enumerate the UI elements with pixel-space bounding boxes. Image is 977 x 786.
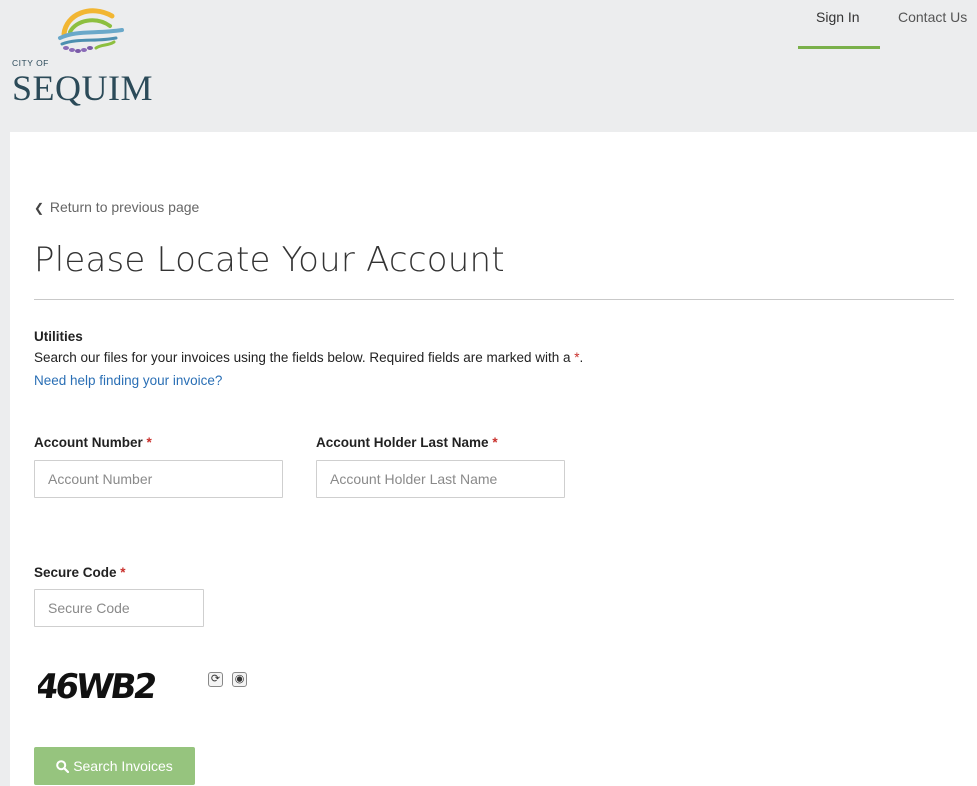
account-number-label-text: Account Number <box>34 435 143 450</box>
help-finding-invoice-link[interactable]: Need help finding your invoice? <box>34 373 222 388</box>
page-title: Please Locate Your Account <box>34 240 505 280</box>
logo-sequim-text: SEQUIM <box>12 68 154 108</box>
nav-contact-us[interactable]: Contact Us <box>898 9 967 25</box>
secure-code-input[interactable] <box>34 589 204 627</box>
audio-icon[interactable]: ◉ <box>232 672 247 687</box>
logo-city-of-text: CITY OF <box>12 58 49 68</box>
secure-code-required: * <box>120 565 126 580</box>
section-title: Utilities <box>34 329 83 344</box>
return-link[interactable]: ❮ Return to previous page <box>34 199 199 215</box>
title-divider <box>34 299 954 300</box>
refresh-icon[interactable]: ⟳ <box>208 672 223 687</box>
site-header: CITY OF SEQUIM Sign In Contact Us <box>0 0 977 132</box>
last-name-label: Account Holder Last Name * <box>316 435 498 450</box>
chevron-left-icon: ❮ <box>34 201 45 215</box>
intro-text-end: . <box>579 350 584 365</box>
last-name-label-text: Account Holder Last Name <box>316 435 489 450</box>
intro-text-body: Search our files for your invoices using… <box>34 350 575 365</box>
account-number-required: * <box>146 435 152 450</box>
intro-text: Search our files for your invoices using… <box>34 350 583 365</box>
captcha-text: 46WB2 <box>38 667 157 704</box>
account-number-input[interactable] <box>34 460 283 498</box>
search-invoices-button[interactable]: Search Invoices <box>34 747 195 785</box>
secure-code-label-text: Secure Code <box>34 565 117 580</box>
last-name-required: * <box>492 435 498 450</box>
return-link-label: Return to previous page <box>49 199 200 215</box>
account-number-label: Account Number * <box>34 435 152 450</box>
last-name-input[interactable] <box>316 460 565 498</box>
captcha-image: 46WB2 <box>38 667 157 704</box>
nav-active-indicator <box>798 46 880 49</box>
search-invoices-label: Search Invoices <box>73 758 173 774</box>
left-gutter <box>0 132 10 786</box>
nav-sign-in[interactable]: Sign In <box>816 9 860 25</box>
logo-emblem-icon <box>58 8 124 53</box>
search-icon <box>56 760 70 774</box>
secure-code-label: Secure Code * <box>34 565 126 580</box>
city-logo[interactable]: CITY OF SEQUIM <box>12 4 162 116</box>
